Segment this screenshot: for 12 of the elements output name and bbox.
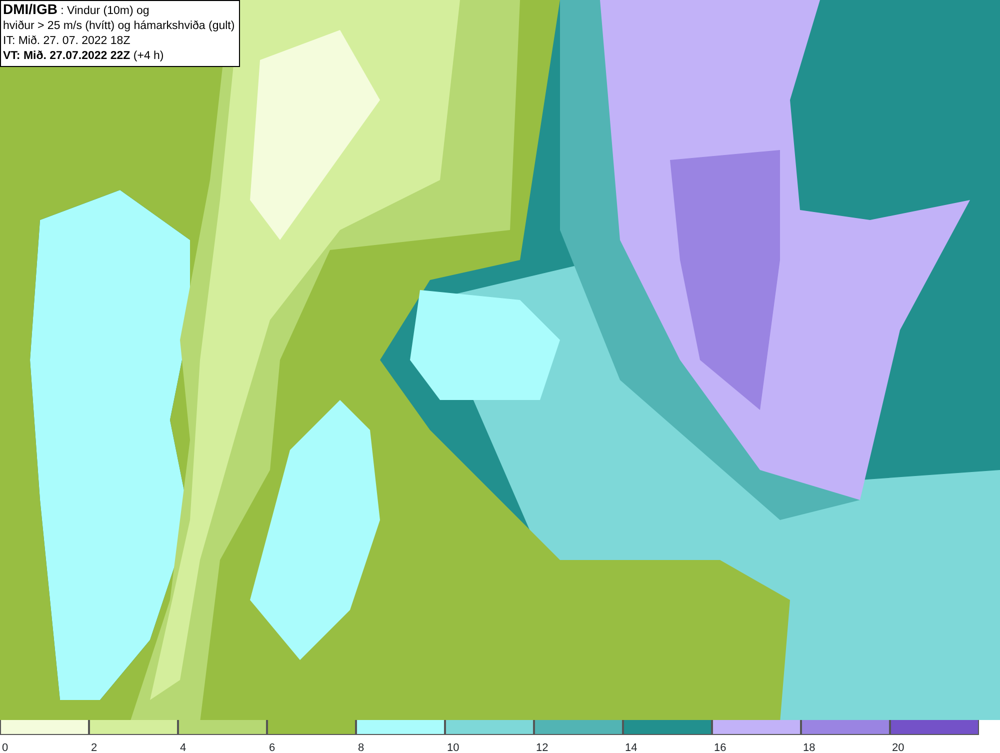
legend-label: 4: [179, 742, 186, 753]
legend-label: 10: [446, 742, 460, 753]
legend-label: 0: [1, 742, 8, 753]
legend-label: 20: [891, 742, 904, 753]
legend-label: 12: [535, 742, 548, 753]
legend-label: 16: [713, 742, 726, 753]
legend-label: 8: [357, 742, 364, 753]
legend-label: 2: [90, 742, 98, 753]
legend-label: 14: [624, 742, 638, 753]
legend-label: 18: [802, 742, 816, 753]
legend-label: 6: [268, 742, 276, 753]
map-caption: DMI/IGB : Vindur (10m) og hviður > 25 m/s (hvítt) og hámarkshviða (gult) IT: Mið. 27. 07. 2022 18Z VT: Mið. 27.07.2022 22Z (+4 h): [0, 0, 240, 67]
